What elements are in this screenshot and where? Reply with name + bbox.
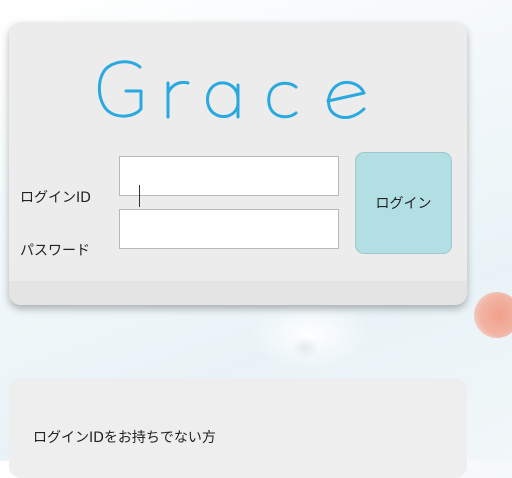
logo-graphic: [97, 60, 366, 119]
login-id-label: ログインID: [20, 190, 91, 206]
login-id-input[interactable]: [119, 156, 339, 196]
signup-card: ログインIDをお持ちでない方: [9, 378, 467, 478]
background-blur-shape: [292, 338, 318, 358]
no-login-id-link[interactable]: ログインIDをお持ちでない方: [33, 427, 216, 447]
password-label: パスワード: [20, 243, 90, 259]
login-card-footer: [9, 281, 467, 305]
background-glow: [250, 300, 370, 370]
text-cursor: [139, 185, 140, 207]
login-button[interactable]: ログイン: [355, 152, 452, 254]
logo: [9, 55, 467, 125]
login-card: ログインID パスワード ログイン: [9, 22, 467, 305]
decorative-circle: [474, 292, 512, 338]
password-input[interactable]: [119, 209, 339, 249]
